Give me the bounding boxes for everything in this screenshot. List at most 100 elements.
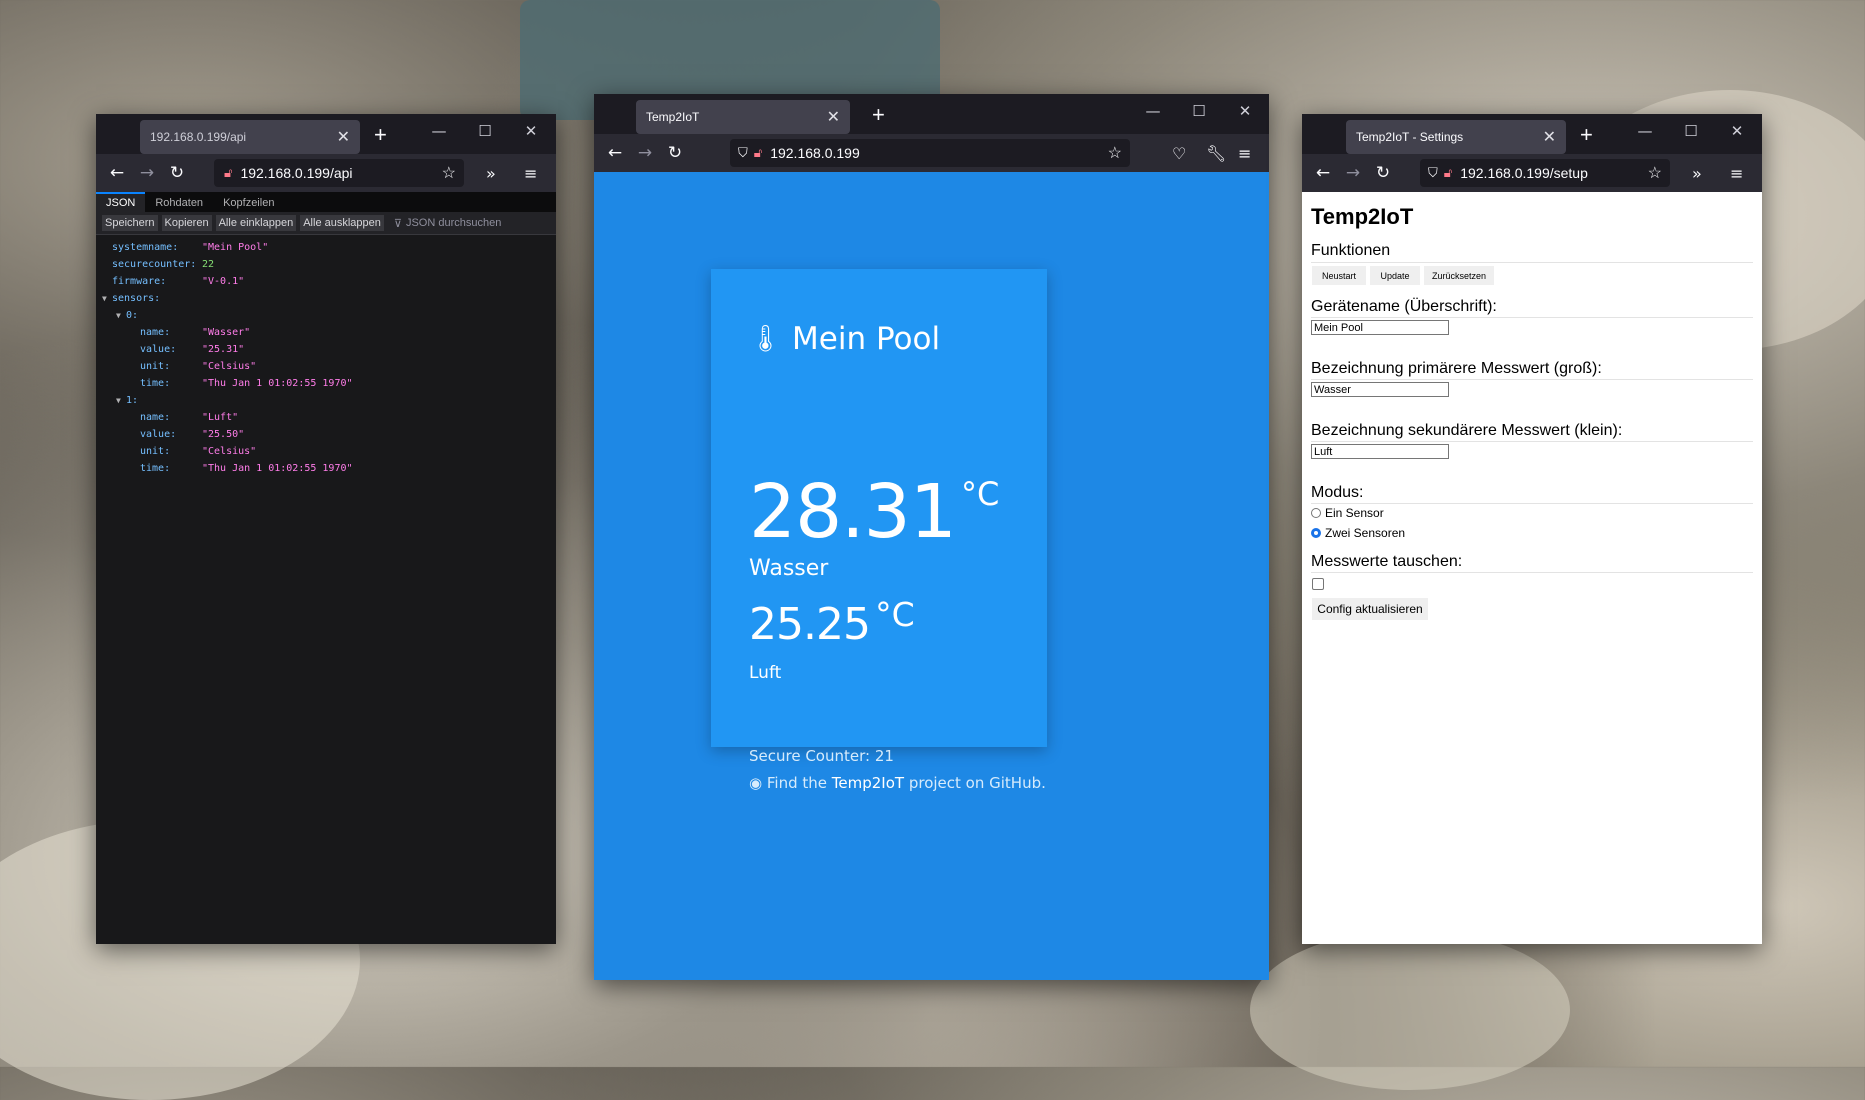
- json-row[interactable]: name: "Wasser": [96, 324, 556, 341]
- new-tab-icon[interactable]: +: [1580, 122, 1593, 148]
- json-row[interactable]: unit: "Celsius": [96, 443, 556, 460]
- tab-json[interactable]: JSON: [96, 192, 146, 212]
- expand-toggle-icon[interactable]: ▼: [102, 294, 107, 303]
- update-button[interactable]: Update: [1370, 266, 1420, 285]
- reload-icon[interactable]: ↻: [1368, 163, 1398, 183]
- secondary-label: Luft: [749, 663, 782, 683]
- json-value: "Thu Jan 1 01:02:55 1970": [202, 378, 353, 389]
- github-icon: ◉: [749, 774, 763, 792]
- restart-button[interactable]: Neustart: [1312, 266, 1366, 285]
- shield-icon[interactable]: ⛉: [738, 145, 748, 161]
- radio-circle-selected[interactable]: [1311, 528, 1321, 538]
- overflow-icon[interactable]: »: [486, 164, 496, 183]
- menu-icon[interactable]: ≡: [524, 164, 537, 183]
- minimize-icon[interactable]: —: [1130, 102, 1176, 120]
- json-row[interactable]: ▼ sensors:: [96, 290, 556, 307]
- maximize-icon[interactable]: ☐: [1668, 122, 1714, 140]
- shield-icon[interactable]: ⛉: [1428, 165, 1438, 181]
- minimize-icon[interactable]: —: [416, 122, 462, 140]
- mode-one-sensor-radio[interactable]: Ein Sensor: [1311, 506, 1384, 520]
- json-row[interactable]: name: "Luft": [96, 409, 556, 426]
- json-filter-input[interactable]: JSON durchsuchen: [406, 217, 501, 229]
- url-bar[interactable]: 🔓︎ 192.168.0.199/api ☆: [214, 159, 464, 187]
- close-window-icon[interactable]: ✕: [1714, 122, 1760, 140]
- thermometer-icon: 🌡︎: [749, 324, 783, 354]
- url-text: 192.168.0.199: [770, 145, 860, 161]
- pocket-icon[interactable]: ♡: [1172, 144, 1186, 163]
- mode-heading: Modus:: [1311, 484, 1364, 501]
- github-link[interactable]: Temp2IoT: [832, 774, 904, 792]
- json-row[interactable]: time: "Thu Jan 1 01:02:55 1970": [96, 460, 556, 477]
- insecure-lock-icon[interactable]: 🔓︎: [754, 145, 762, 161]
- json-key: unit:: [140, 361, 171, 372]
- sensor-card: 🌡︎ Mein Pool 28.31 °C Wasser 25.25 °C Lu…: [711, 269, 1047, 792]
- forward-icon[interactable]: →: [630, 143, 660, 163]
- primary-label-heading: Bezeichnung primärere Messwert (groß):: [1311, 360, 1602, 377]
- new-tab-icon[interactable]: +: [872, 102, 885, 128]
- reset-button[interactable]: Zurücksetzen: [1424, 266, 1494, 285]
- json-row[interactable]: securecounter: 22: [96, 256, 556, 273]
- bookmark-star-icon[interactable]: ☆: [442, 163, 456, 183]
- json-row[interactable]: unit: "Celsius": [96, 358, 556, 375]
- json-value: "Mein Pool": [202, 242, 269, 253]
- expand-toggle-icon[interactable]: ▼: [116, 311, 121, 320]
- tab-raw[interactable]: Rohdaten: [145, 194, 213, 212]
- forward-icon[interactable]: →: [132, 163, 162, 183]
- close-tab-icon[interactable]: ✕: [1543, 127, 1556, 147]
- reload-icon[interactable]: ↻: [660, 143, 690, 163]
- bookmark-star-icon[interactable]: ☆: [1648, 163, 1662, 183]
- json-row[interactable]: ▼ 0:: [96, 307, 556, 324]
- json-key: systemname:: [112, 242, 179, 253]
- device-name-input[interactable]: Mein Pool: [1311, 320, 1449, 335]
- back-icon[interactable]: ←: [600, 143, 630, 163]
- browser-tab[interactable]: Temp2IoT ✕: [636, 100, 850, 134]
- collapse-all-button[interactable]: Alle einklappen: [215, 215, 297, 231]
- wrench-icon[interactable]: 🔧︎: [1206, 144, 1226, 163]
- swap-checkbox[interactable]: [1312, 578, 1324, 590]
- copy-button[interactable]: Kopieren: [161, 215, 212, 231]
- json-row[interactable]: ▼ 1:: [96, 392, 556, 409]
- radio-circle[interactable]: [1311, 508, 1321, 518]
- back-icon[interactable]: ←: [102, 163, 132, 183]
- tab-headers[interactable]: Kopfzeilen: [213, 194, 284, 212]
- submit-config-button[interactable]: Config aktualisieren: [1312, 598, 1428, 620]
- reload-icon[interactable]: ↻: [162, 163, 192, 183]
- divider: [1311, 379, 1753, 380]
- json-row[interactable]: firmware: "V-0.1": [96, 273, 556, 290]
- forward-icon[interactable]: →: [1338, 163, 1368, 183]
- back-icon[interactable]: ←: [1308, 163, 1338, 183]
- primary-label-input[interactable]: Wasser: [1311, 382, 1449, 397]
- menu-icon[interactable]: ≡: [1238, 144, 1251, 163]
- expand-toggle-icon[interactable]: ▼: [116, 396, 121, 405]
- json-row[interactable]: time: "Thu Jan 1 01:02:55 1970": [96, 375, 556, 392]
- insecure-lock-icon[interactable]: 🔓︎: [224, 165, 232, 181]
- url-bar[interactable]: ⛉ 🔓︎ 192.168.0.199 ☆: [730, 139, 1130, 167]
- json-row[interactable]: value: "25.50": [96, 426, 556, 443]
- browser-tab[interactable]: Temp2IoT - Settings ✕: [1346, 120, 1566, 154]
- maximize-icon[interactable]: ☐: [462, 122, 508, 140]
- insecure-lock-icon[interactable]: 🔓︎: [1444, 165, 1452, 181]
- json-row[interactable]: value: "25.31": [96, 341, 556, 358]
- json-value: "25.50": [202, 429, 245, 440]
- close-tab-icon[interactable]: ✕: [337, 127, 350, 147]
- secondary-value: 25.25: [749, 599, 871, 650]
- menu-icon[interactable]: ≡: [1730, 164, 1743, 183]
- footer-prefix: Find the: [766, 774, 832, 792]
- mode-two-sensors-radio[interactable]: Zwei Sensoren: [1311, 526, 1405, 540]
- secondary-label-input[interactable]: Luft: [1311, 444, 1449, 459]
- titlebar: Temp2IoT ✕ + — ☐ ✕: [594, 94, 1269, 134]
- new-tab-icon[interactable]: +: [374, 122, 387, 148]
- close-window-icon[interactable]: ✕: [508, 122, 554, 140]
- bookmark-star-icon[interactable]: ☆: [1108, 143, 1122, 163]
- minimize-icon[interactable]: —: [1622, 122, 1668, 140]
- url-bar[interactable]: ⛉ 🔓︎ 192.168.0.199/setup ☆: [1420, 159, 1670, 187]
- divider: [1311, 503, 1753, 504]
- browser-tab[interactable]: 192.168.0.199/api ✕: [140, 120, 360, 154]
- overflow-icon[interactable]: »: [1692, 164, 1702, 183]
- close-window-icon[interactable]: ✕: [1222, 102, 1268, 120]
- save-button[interactable]: Speichern: [102, 215, 158, 231]
- maximize-icon[interactable]: ☐: [1176, 102, 1222, 120]
- expand-all-button[interactable]: Alle ausklappen: [300, 215, 384, 231]
- close-tab-icon[interactable]: ✕: [827, 107, 840, 127]
- json-row[interactable]: systemname: "Mein Pool": [96, 239, 556, 256]
